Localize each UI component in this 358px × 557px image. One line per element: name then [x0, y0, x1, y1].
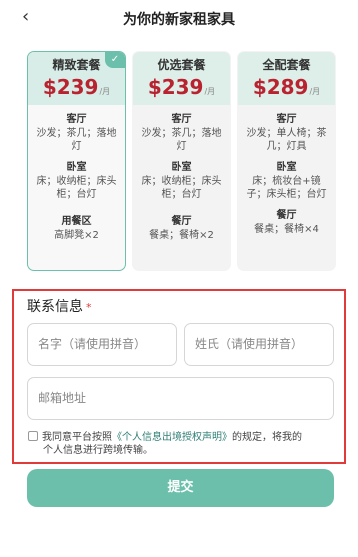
room-section: 用餐区 高脚凳×2 [28, 215, 125, 242]
room-section: 餐厅 餐桌；餐椅×2 [133, 215, 230, 242]
consent-checkbox[interactable] [28, 431, 38, 441]
room-items: 餐桌；餐椅×4 [254, 224, 319, 235]
plan-card-preferred[interactable]: 优选套餐 $239/月 客厅 沙发；茶几；落地灯 卧室 床；收纳柜；床头柜；台灯… [132, 51, 231, 271]
last-name-input[interactable]: 姓氏（请使用拼音） [184, 323, 334, 366]
consent-text: 我同意平台按照 [42, 432, 112, 443]
room-section: 卧室 床；收纳柜；床头柜；台灯 [28, 161, 125, 201]
plan-price: $239/月 [147, 75, 216, 99]
room-name: 客厅 [66, 114, 87, 125]
plan-price: $239/月 [42, 75, 111, 99]
room-section: 客厅 沙发；茶几；落地灯 [28, 113, 125, 153]
room-section: 客厅 沙发；茶几；落地灯 [133, 113, 230, 153]
room-items: 沙发；茶几；落地灯 [141, 128, 222, 152]
consent-row: 我同意平台按照《个人信息出境授权声明》的规定，将我的 个人信息进行跨境传输。 [28, 431, 336, 457]
plan-card-full[interactable]: 全配套餐 $289/月 客厅 沙发；单人椅；茶几；灯具 卧室 床；梳妆台+镜子；… [237, 51, 336, 271]
page-title: 为你的新家租家具 [123, 12, 235, 28]
consent-text-tail: 的规定，将我的 [232, 432, 302, 443]
contact-info-section: 联系信息 * 名字（请使用拼音） 姓氏（请使用拼音） 邮箱地址 我同意平台按照《个… [12, 289, 346, 464]
room-name: 餐厅 [276, 210, 297, 221]
room-items: 床；收纳柜；床头柜；台灯 [141, 176, 222, 200]
room-items: 床；梳妆台+镜子；床头柜；台灯 [246, 176, 327, 200]
plan-name: 优选套餐 [157, 58, 206, 72]
room-name: 客厅 [276, 114, 297, 125]
plan-header: 全配套餐 $289/月 [238, 52, 335, 105]
room-name: 餐厅 [171, 216, 192, 227]
room-name: 卧室 [276, 162, 297, 173]
room-name: 用餐区 [61, 216, 92, 227]
required-mark: * [86, 301, 92, 314]
room-section: 客厅 沙发；单人椅；茶几；灯具 [238, 113, 335, 153]
submit-button[interactable]: 提交 [27, 469, 334, 507]
room-section: 餐厅 餐桌；餐椅×4 [238, 209, 335, 236]
room-items: 沙发；茶几；落地灯 [36, 128, 117, 152]
check-icon: ✓ [105, 52, 125, 68]
room-items: 高脚凳×2 [54, 230, 99, 241]
header: ‹ 为你的新家租家具 [0, 0, 358, 36]
room-name: 卧室 [66, 162, 87, 173]
contact-title: 联系信息 * [27, 299, 92, 315]
plan-card-refined[interactable]: 精致套餐 $239/月 ✓ 客厅 沙发；茶几；落地灯 卧室 床；收纳柜；床头柜；… [27, 51, 126, 271]
room-section: 卧室 床；收纳柜；床头柜；台灯 [133, 161, 230, 201]
room-section: 卧室 床；梳妆台+镜子；床头柜；台灯 [238, 161, 335, 201]
room-name: 卧室 [171, 162, 192, 173]
room-items: 餐桌；餐椅×2 [149, 230, 214, 241]
plan-list: 精致套餐 $239/月 ✓ 客厅 沙发；茶几；落地灯 卧室 床；收纳柜；床头柜；… [27, 51, 341, 271]
plan-header: 优选套餐 $239/月 [133, 52, 230, 105]
consent-text-line2: 个人信息进行跨境传输。 [43, 445, 153, 456]
consent-link[interactable]: 《个人信息出境授权声明》 [112, 432, 232, 443]
email-input[interactable]: 邮箱地址 [27, 377, 334, 420]
room-name: 客厅 [171, 114, 192, 125]
plan-name: 全配套餐 [262, 58, 311, 72]
first-name-input[interactable]: 名字（请使用拼音） [27, 323, 177, 366]
room-items: 沙发；单人椅；茶几；灯具 [246, 128, 327, 152]
room-items: 床；收纳柜；床头柜；台灯 [36, 176, 117, 200]
plan-price: $289/月 [252, 75, 321, 99]
